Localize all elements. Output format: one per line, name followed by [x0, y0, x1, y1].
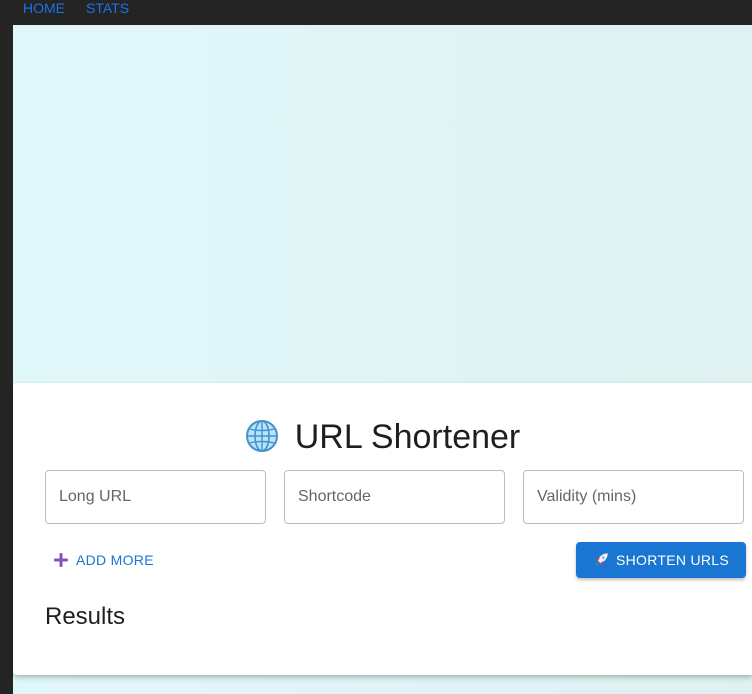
rocket-icon: [595, 553, 608, 566]
validity-input[interactable]: [524, 471, 743, 523]
top-nav-bar: HOME STATS: [0, 0, 752, 25]
title-text: URL Shortener: [294, 418, 521, 456]
results-heading: Results: [45, 603, 126, 630]
long-url-input[interactable]: [46, 471, 265, 523]
plus-icon: [54, 553, 68, 567]
globe-icon: [245, 420, 278, 453]
nav-link-stats[interactable]: STATS: [86, 0, 129, 16]
shortcode-input[interactable]: [285, 471, 504, 523]
add-more-button[interactable]: ADD MORE: [54, 551, 154, 569]
shortener-card: URL Shortener ADD MORE SHORTEN URLS Resu…: [13, 383, 752, 675]
validity-field[interactable]: [523, 470, 744, 524]
shorten-urls-button[interactable]: SHORTEN URLS: [576, 542, 746, 578]
long-url-field[interactable]: [45, 470, 266, 524]
shortcode-field[interactable]: [284, 470, 505, 524]
page-title: URL Shortener: [13, 417, 752, 457]
nav-link-home[interactable]: HOME: [23, 0, 65, 16]
shorten-urls-label: SHORTEN URLS: [615, 552, 730, 568]
add-more-label: ADD MORE: [76, 552, 154, 568]
